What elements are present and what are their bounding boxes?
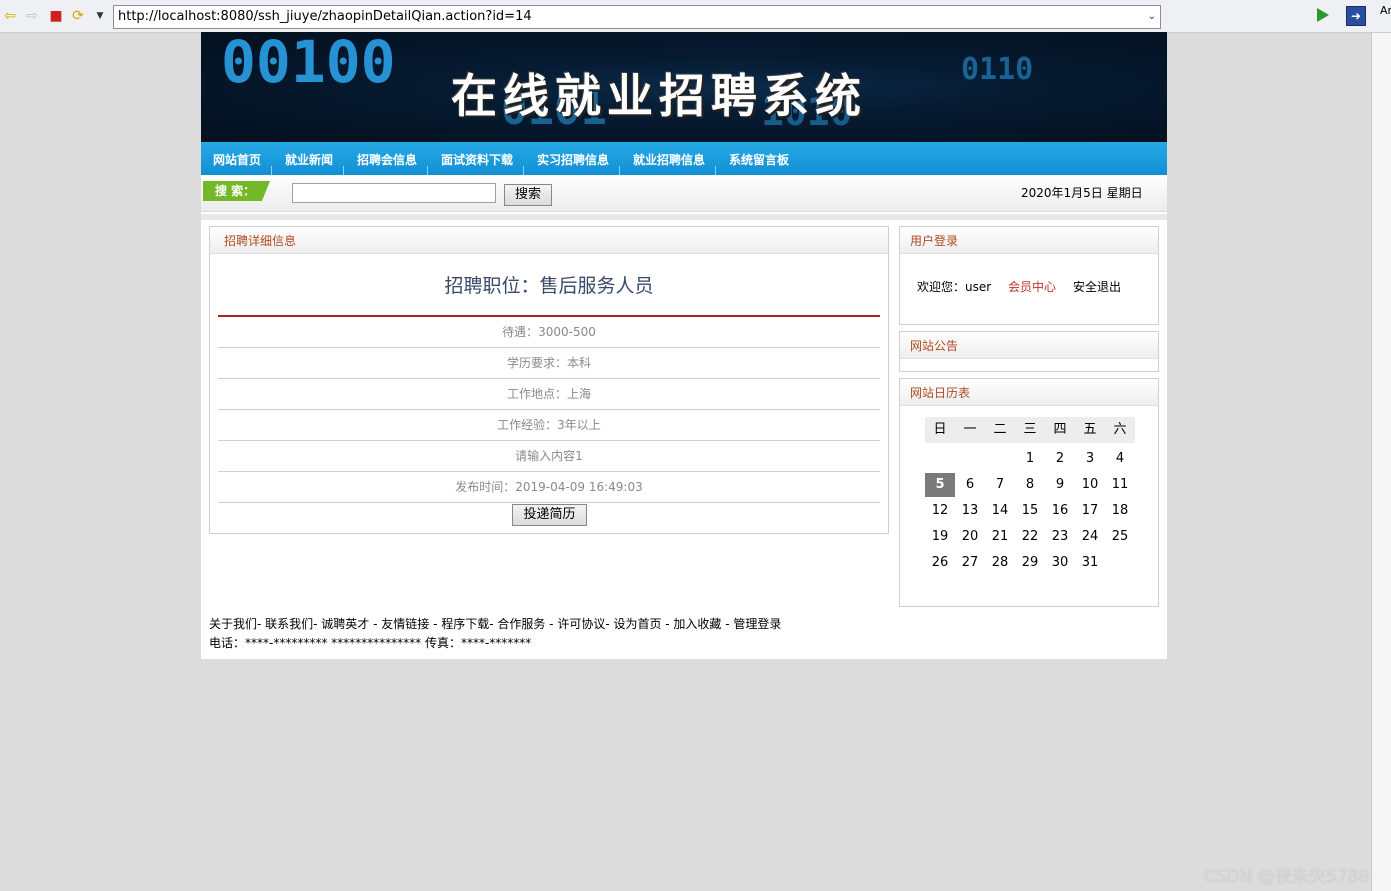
address-bar[interactable]: http://localhost:8080/ssh_jiuye/zhaopinD… bbox=[113, 5, 1161, 29]
job-education: 学历要求：本科 bbox=[218, 348, 880, 379]
job-salary: 待遇：3000-500 bbox=[218, 317, 880, 348]
calendar-panel-title: 网站日历表 bbox=[900, 379, 1158, 406]
calendar-day[interactable]: 30 bbox=[1045, 551, 1075, 575]
banner-digits: 00100 bbox=[221, 32, 396, 96]
calendar-day[interactable]: 1 bbox=[1015, 447, 1045, 471]
job-content: 请输入内容1 bbox=[218, 441, 880, 472]
nav-separator bbox=[715, 166, 716, 175]
watermark: CSDN @夜未央5788 bbox=[1204, 867, 1370, 887]
calendar-day[interactable]: 22 bbox=[1015, 525, 1045, 549]
calendar-day[interactable]: 15 bbox=[1015, 499, 1045, 523]
browser-toolbar: ⇦ ⇨ ■ ⟳ ▼ http://localhost:8080/ssh_jiuy… bbox=[0, 0, 1391, 33]
calendar-day[interactable]: 9 bbox=[1045, 473, 1075, 497]
calendar-day[interactable]: 13 bbox=[955, 499, 985, 523]
calendar-day[interactable]: 6 bbox=[955, 473, 985, 497]
go-icon[interactable] bbox=[1317, 8, 1329, 22]
job-detail-panel-title: 招聘详细信息 bbox=[210, 227, 888, 254]
search-input[interactable] bbox=[292, 183, 496, 203]
job-detail-panel: 招聘详细信息 招聘职位：售后服务人员 待遇：3000-500 学历要求：本科 工… bbox=[209, 226, 889, 534]
nav-guestbook[interactable]: 系统留言板 bbox=[729, 142, 789, 175]
calendar-day[interactable]: 14 bbox=[985, 499, 1015, 523]
nav-separator bbox=[427, 166, 428, 175]
stop-icon[interactable]: ■ bbox=[48, 8, 64, 24]
address-url: http://localhost:8080/ssh_jiuye/zhaopinD… bbox=[118, 9, 532, 24]
calendar-weekday: 五 bbox=[1075, 417, 1105, 443]
dropdown-icon[interactable]: ▼ bbox=[92, 8, 108, 24]
user-login-panel-title: 用户登录 bbox=[900, 227, 1158, 254]
calendar-weekday: 六 bbox=[1105, 417, 1135, 443]
calendar-day[interactable]: 21 bbox=[985, 525, 1015, 549]
nav-separator bbox=[619, 166, 620, 175]
main-nav: 网站首页 就业新闻 招聘会信息 面试资料下载 实习招聘信息 就业招聘信息 系统留… bbox=[201, 142, 1167, 175]
calendar-day[interactable]: 7 bbox=[985, 473, 1015, 497]
search-button[interactable]: 搜索 bbox=[504, 184, 552, 206]
calendar-day[interactable]: 4 bbox=[1105, 447, 1135, 471]
nav-separator bbox=[343, 166, 344, 175]
site-notice-panel-title: 网站公告 bbox=[900, 332, 1158, 359]
site-title: 在线就业招聘系统 bbox=[451, 69, 867, 123]
nav-employment-jobs[interactable]: 就业招聘信息 bbox=[633, 142, 705, 175]
search-label: 搜 索： bbox=[203, 181, 270, 201]
calendar-day[interactable]: 11 bbox=[1105, 473, 1135, 497]
refresh-icon[interactable]: ⟳ bbox=[70, 8, 86, 24]
edge-label: Ar bbox=[1380, 4, 1391, 17]
calendar-panel: 网站日历表 日一二三四五六 1 2 3 4 5 6 7 8 9 10 11 12 13 14 15 16 17 18… bbox=[899, 378, 1159, 607]
exit-icon[interactable]: ➜ bbox=[1346, 6, 1366, 26]
forward-icon[interactable]: ⇨ bbox=[24, 8, 40, 24]
user-login-panel: 用户登录 欢迎您：user 会员中心 安全退出 bbox=[899, 226, 1159, 325]
calendar-day[interactable]: 28 bbox=[985, 551, 1015, 575]
site-notice-panel: 网站公告 bbox=[899, 331, 1159, 372]
calendar-day[interactable]: 26 bbox=[925, 551, 955, 575]
footer-links[interactable]: 关于我们- 联系我们- 诚聘英才 - 友情链接 - 程序下载- 合作服务 - 许… bbox=[209, 615, 781, 632]
nav-separator bbox=[523, 166, 524, 175]
calendar-day[interactable]: 23 bbox=[1045, 525, 1075, 549]
nav-internship-jobs[interactable]: 实习招聘信息 bbox=[537, 142, 609, 175]
calendar-day[interactable]: 18 bbox=[1105, 499, 1135, 523]
job-title: 招聘职位：售后服务人员 bbox=[444, 275, 654, 297]
nav-news[interactable]: 就业新闻 bbox=[285, 142, 333, 175]
calendar-weekday: 日 bbox=[925, 417, 955, 443]
calendar-day[interactable]: 19 bbox=[925, 525, 955, 549]
calendar-day[interactable]: 29 bbox=[1015, 551, 1045, 575]
calendar-day[interactable]: 12 bbox=[925, 499, 955, 523]
job-experience: 工作经验：3年以上 bbox=[218, 410, 880, 441]
back-icon[interactable]: ⇦ bbox=[2, 8, 18, 24]
calendar-day[interactable]: 16 bbox=[1045, 499, 1075, 523]
nav-job-fair[interactable]: 招聘会信息 bbox=[357, 142, 417, 175]
nav-home[interactable]: 网站首页 bbox=[213, 142, 261, 175]
content-band bbox=[201, 214, 1167, 220]
calendar-day[interactable]: 2 bbox=[1045, 447, 1075, 471]
member-center-link[interactable]: 会员中心 bbox=[1008, 278, 1056, 295]
search-bar: 搜 索： 搜索 2020年1月5日 星期日 bbox=[201, 175, 1167, 212]
calendar-day[interactable]: 17 bbox=[1075, 499, 1105, 523]
banner: 00100 0101 1010 0110 在线就业招聘系统 bbox=[201, 32, 1167, 142]
calendar-weekday: 三 bbox=[1015, 417, 1045, 443]
calendar-day[interactable]: 20 bbox=[955, 525, 985, 549]
apply-resume-button[interactable]: 投递简历 bbox=[512, 504, 587, 526]
calendar-day[interactable]: 8 bbox=[1015, 473, 1045, 497]
calendar-day[interactable]: 24 bbox=[1075, 525, 1105, 549]
calendar-today[interactable]: 5 bbox=[925, 473, 955, 497]
footer-contact: 电话：****-********* *************** 传真：***… bbox=[209, 636, 532, 650]
current-date: 2020年1月5日 星期日 bbox=[1021, 186, 1143, 200]
calendar-day[interactable]: 25 bbox=[1105, 525, 1135, 549]
calendar-day[interactable]: 31 bbox=[1075, 551, 1105, 575]
logout-link[interactable]: 安全退出 bbox=[1073, 278, 1121, 295]
calendar-weekday: 一 bbox=[955, 417, 985, 443]
calendar-day[interactable]: 27 bbox=[955, 551, 985, 575]
page: 00100 0101 1010 0110 在线就业招聘系统 网站首页 就业新闻 … bbox=[201, 32, 1167, 659]
banner-digits: 0110 bbox=[961, 52, 1034, 87]
calendar-day[interactable]: 3 bbox=[1075, 447, 1105, 471]
welcome-text: 欢迎您：user bbox=[917, 280, 992, 294]
calendar-day[interactable]: 10 bbox=[1075, 473, 1105, 497]
calendar-weekday: 二 bbox=[985, 417, 1015, 443]
calendar-weekday: 四 bbox=[1045, 417, 1075, 443]
job-location: 工作地点：上海 bbox=[218, 379, 880, 410]
side-pane-edge bbox=[1371, 33, 1391, 891]
address-dropdown-icon[interactable]: ⌄ bbox=[1148, 6, 1156, 28]
nav-separator bbox=[271, 166, 272, 175]
job-publish-time: 发布时间：2019-04-09 16:49:03 bbox=[218, 472, 880, 503]
nav-interview-downloads[interactable]: 面试资料下载 bbox=[441, 142, 513, 175]
